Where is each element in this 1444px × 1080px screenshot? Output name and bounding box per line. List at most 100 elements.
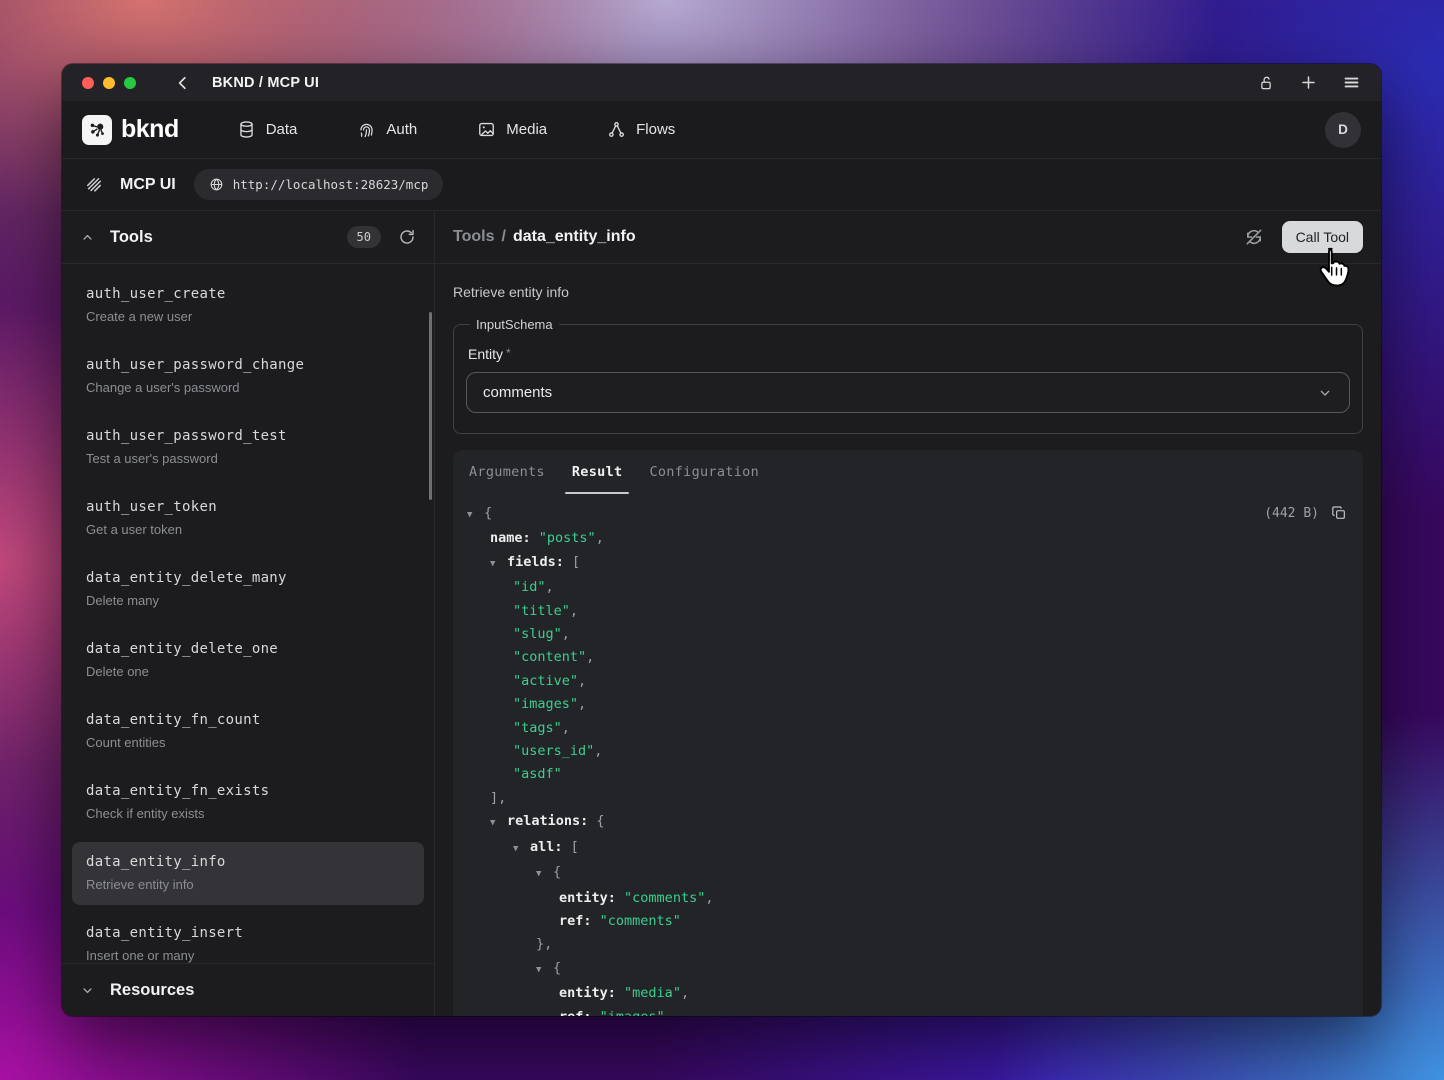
back-button[interactable] (174, 74, 192, 92)
close-window-button[interactable] (82, 77, 94, 89)
tab[interactable]: Arguments (469, 450, 545, 494)
tool-list-item[interactable]: data_entity_delete_many Delete many (72, 558, 424, 621)
call-tool-button[interactable]: Call Tool (1282, 221, 1363, 253)
nav-items: Data Auth Media Flows (237, 120, 676, 139)
nav-item-auth[interactable]: Auth (357, 120, 417, 139)
json-line: "content", (453, 646, 1363, 669)
json-line: "asdf" (453, 763, 1363, 786)
auto-refresh-off-icon[interactable] (1244, 227, 1264, 247)
window-title: BKND / MCP UI (212, 75, 319, 91)
tool-name: data_entity_delete_one (86, 641, 410, 657)
tools-section-title: Tools (110, 228, 153, 247)
sidebar-scrollbar[interactable] (429, 312, 432, 500)
collapse-triangle-icon[interactable]: ▼ (513, 838, 530, 861)
nav-item-label: Flows (636, 121, 675, 138)
server-url-pill[interactable]: http://localhost:28623/mcp (194, 169, 444, 200)
result-tabs: Arguments Result Configuration (453, 450, 1363, 494)
json-line[interactable]: ▼{ (453, 861, 1363, 886)
collapse-triangle-icon[interactable]: ▼ (490, 553, 507, 576)
json-line: "slug", (453, 623, 1363, 646)
breadcrumb-section[interactable]: Tools (453, 228, 494, 246)
tab[interactable]: Configuration (649, 450, 759, 494)
json-line: "active", (453, 670, 1363, 693)
tool-list-item[interactable]: auth_user_password_change Change a user'… (72, 345, 424, 408)
tools-sidebar: Tools 50 auth_user_create Create a new u… (62, 211, 435, 1016)
chevron-up-icon (80, 230, 95, 245)
tool-description: Test a user's password (86, 451, 410, 466)
tool-list-item[interactable]: data_entity_info Retrieve entity info (72, 842, 424, 905)
tool-list-item[interactable]: data_entity_fn_count Count entities (72, 700, 424, 763)
new-tab-icon[interactable] (1299, 73, 1318, 92)
nav-item-media[interactable]: Media (477, 120, 547, 139)
breadcrumb: Tools / data_entity_info (453, 228, 636, 246)
page-title: MCP UI (120, 176, 176, 194)
user-avatar[interactable]: D (1325, 112, 1361, 148)
tool-description: Change a user's password (86, 380, 410, 395)
nav-item-flows[interactable]: Flows (607, 120, 675, 139)
brand-logo[interactable]: bknd (82, 115, 179, 145)
minimize-window-button[interactable] (103, 77, 115, 89)
required-asterisk: * (506, 346, 511, 360)
lock-open-icon[interactable] (1257, 74, 1275, 92)
json-line: entity: "comments", (453, 887, 1363, 910)
tool-detail-header: Tools / data_entity_info Call Tool (435, 211, 1381, 264)
tool-detail-description: Retrieve entity info (453, 284, 1363, 300)
json-line[interactable]: ▼relations: { (453, 810, 1363, 835)
tools-section-header[interactable]: Tools 50 (62, 211, 434, 264)
tool-list-item[interactable]: data_entity_fn_exists Check if entity ex… (72, 771, 424, 834)
resources-section-header[interactable]: Resources (62, 963, 434, 1016)
tools-count-badge: 50 (347, 226, 381, 248)
bknd-logo-icon (82, 115, 112, 145)
entity-select[interactable]: comments (466, 372, 1350, 413)
json-line: "tags", (453, 717, 1363, 740)
tools-list: auth_user_create Create a new user auth_… (62, 264, 434, 963)
workflow-icon (607, 120, 626, 139)
result-meta: (442 B) (1264, 505, 1347, 521)
tool-name: data_entity_insert (86, 925, 410, 941)
tool-list-item[interactable]: auth_user_token Get a user token (72, 487, 424, 550)
server-url: http://localhost:28623/mcp (233, 177, 429, 192)
chevron-down-icon (1317, 385, 1333, 401)
tool-description: Retrieve entity info (86, 877, 410, 892)
tool-list-item[interactable]: data_entity_delete_one Delete one (72, 629, 424, 692)
breadcrumb-current: data_entity_info (513, 228, 636, 246)
tool-name: data_entity_info (86, 854, 410, 870)
json-line: "id", (453, 576, 1363, 599)
copy-icon[interactable] (1331, 505, 1347, 521)
tool-description: Create a new user (86, 309, 410, 324)
json-line: ], (453, 787, 1363, 810)
image-icon (477, 120, 496, 139)
json-line: }, (453, 933, 1363, 956)
json-line[interactable]: ▼fields: [ (453, 551, 1363, 576)
collapse-triangle-icon[interactable]: ▼ (467, 504, 484, 527)
tool-list-item[interactable]: data_entity_insert Insert one or many (72, 913, 424, 963)
chevron-left-icon (174, 74, 192, 92)
json-line[interactable]: ▼all: [ (453, 836, 1363, 861)
tool-list-item[interactable]: auth_user_create Create a new user (72, 274, 424, 337)
json-line[interactable]: ▼{ (453, 502, 1363, 527)
tool-description: Check if entity exists (86, 806, 410, 821)
tool-name: auth_user_password_test (86, 428, 410, 444)
refresh-tools-button[interactable] (398, 228, 416, 246)
traffic-lights (82, 77, 136, 89)
collapse-triangle-icon[interactable]: ▼ (536, 959, 553, 982)
menu-icon[interactable] (1342, 73, 1361, 92)
layers-icon (84, 175, 104, 195)
entity-field-label: Entity* (468, 346, 1348, 362)
collapse-triangle-icon[interactable]: ▼ (490, 812, 507, 835)
collapse-triangle-icon[interactable]: ▼ (536, 863, 553, 886)
nav-item-data[interactable]: Data (237, 120, 298, 139)
tool-description: Insert one or many (86, 948, 410, 963)
tool-name: auth_user_create (86, 286, 410, 302)
database-icon (237, 120, 256, 139)
json-line[interactable]: ▼{ (453, 957, 1363, 982)
tab[interactable]: Result (572, 450, 623, 494)
json-line: ref: "images" (453, 1006, 1363, 1016)
zoom-window-button[interactable] (124, 77, 136, 89)
entity-select-value: comments (483, 384, 552, 401)
tool-name: data_entity_fn_exists (86, 783, 410, 799)
tool-description: Delete many (86, 593, 410, 608)
nav-item-label: Auth (386, 121, 417, 138)
tool-list-item[interactable]: auth_user_password_test Test a user's pa… (72, 416, 424, 479)
main-nav: bknd Data Auth Media (62, 101, 1381, 159)
